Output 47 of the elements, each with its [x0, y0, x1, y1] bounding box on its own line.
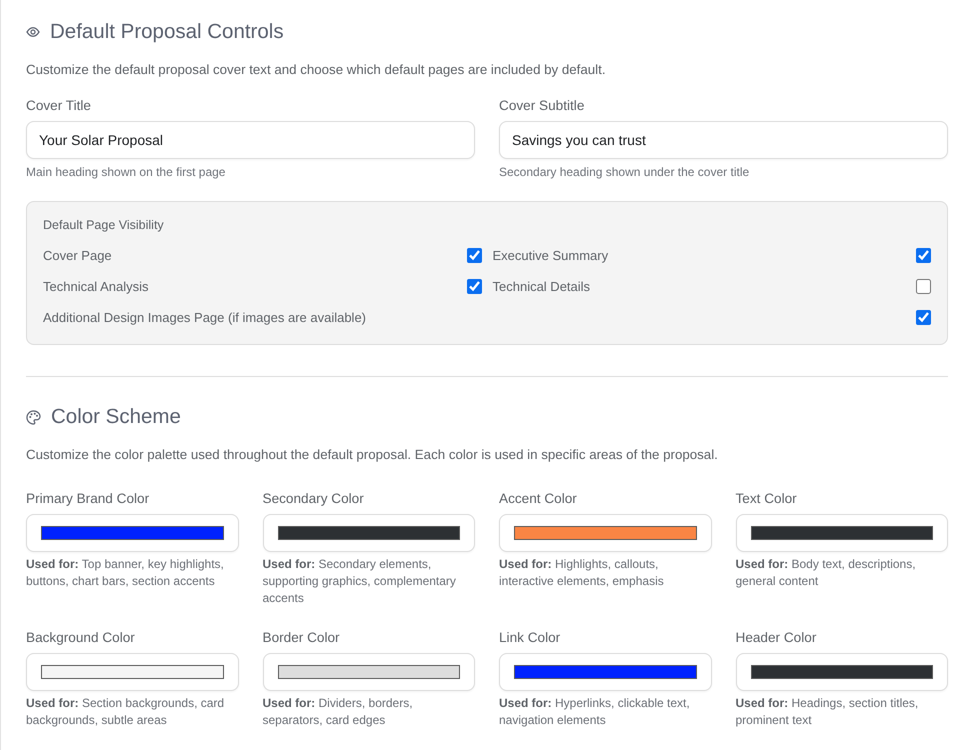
color-usage-text: Used for: Headings, section titles, prominent text [736, 695, 920, 729]
text-input[interactable]: Your Solar Proposal [26, 121, 475, 159]
color-label: Secondary Color [262, 490, 365, 508]
color-usage-text: Used for: Top banner, key highlights, buttons, chart bars, section accents [26, 556, 225, 590]
field-hint: Secondary heading shown under the cover title [499, 165, 750, 179]
checkbox[interactable] [916, 278, 931, 294]
color-picker[interactable] [262, 514, 475, 552]
field-label: Cover Subtitle [499, 97, 586, 115]
section-title: Color Scheme [51, 405, 181, 429]
color-label: Border Color [262, 629, 341, 647]
section-description: Customize the default proposal cover text and choose which default pages are included by default. [26, 61, 607, 79]
color-label: Accent Color [499, 490, 578, 508]
eye-icon [26, 27, 40, 37]
color-picker[interactable] [499, 653, 712, 691]
section-title: Default Proposal Controls [50, 20, 284, 44]
checkbox[interactable] [916, 248, 931, 262]
checkbox-label: Technical Details [492, 278, 590, 294]
color-usage-text: Used for: Dividers, borders, separators, card edges [262, 695, 414, 729]
color-label: Primary Brand Color [26, 490, 150, 508]
color-usage-text: Used for: Section backgrounds, card backgrounds, subtle areas [26, 695, 226, 729]
palette-icon [26, 410, 41, 424]
checkbox[interactable] [466, 278, 482, 294]
color-picker[interactable] [26, 653, 238, 691]
panel-title: Default Page Visibility [43, 218, 165, 232]
color-picker[interactable] [26, 514, 238, 552]
color-picker[interactable] [499, 514, 712, 552]
checkbox-label: Technical Analysis [43, 278, 148, 294]
color-usage-text: Used for: Body text, descriptions, general content [736, 556, 917, 590]
checkbox-label: Executive Summary [492, 248, 608, 262]
color-usage-text: Used for: Secondary elements, supporting graphics, complementary accents [262, 556, 457, 607]
checkbox-label: Additional Design Images Page (if images are available) [43, 310, 366, 324]
color-label: Text Color [736, 490, 798, 508]
color-label: Background Color [26, 629, 136, 647]
text-input[interactable]: Savings you can trust [499, 121, 948, 159]
color-usage-text: Used for: Highlights, callouts, interactive elements, emphasis [499, 556, 665, 590]
field-label: Cover Title [26, 97, 92, 115]
color-usage-text: Used for: Hyperlinks, clickable text, navigation elements [499, 695, 691, 729]
color-picker[interactable] [736, 653, 948, 691]
section-description: Customize the color palette used throughout the default proposal. Each color is used in specific areas of the proposal. [26, 446, 719, 464]
color-label: Header Color [736, 629, 818, 647]
field-hint: Main heading shown on the first page [26, 165, 226, 179]
checkbox[interactable] [916, 310, 931, 324]
checkbox[interactable] [466, 248, 482, 262]
checkbox-label: Cover Page [43, 248, 112, 262]
color-picker[interactable] [262, 653, 475, 691]
color-picker[interactable] [736, 514, 948, 552]
color-label: Link Color [499, 629, 562, 647]
